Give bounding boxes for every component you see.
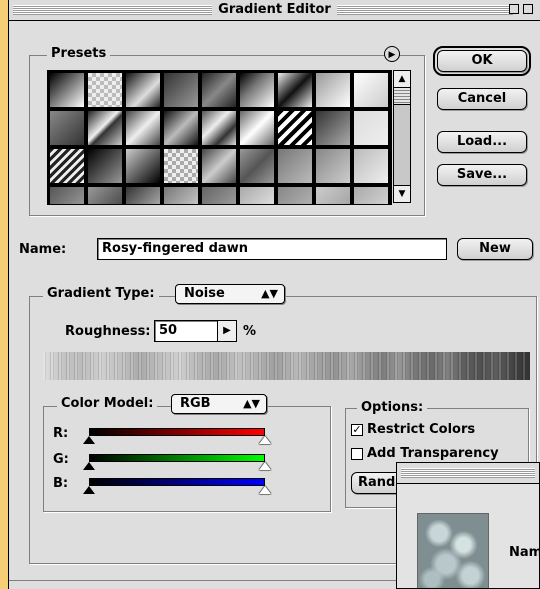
preset-swatch[interactable]: [87, 148, 123, 184]
texture-thumbnail: [417, 513, 489, 588]
slider-stop-right-icon[interactable]: [259, 462, 271, 470]
popup-arrows-icon: ▲▼: [243, 397, 260, 410]
preset-swatch[interactable]: [201, 186, 237, 204]
channel-r-label: R:: [53, 426, 69, 441]
preset-swatch[interactable]: [163, 110, 199, 146]
preset-swatch[interactable]: [277, 186, 313, 204]
presets-menu-icon[interactable]: ▶: [384, 46, 400, 62]
preset-swatch[interactable]: [163, 148, 199, 184]
preset-swatch[interactable]: [353, 148, 389, 184]
preset-swatch[interactable]: [353, 72, 389, 108]
gradient-type-label: Gradient Type:: [43, 286, 159, 301]
preset-swatch[interactable]: [201, 148, 237, 184]
color-model-value: RGB: [180, 396, 211, 411]
name-field[interactable]: Rosy-fingered dawn: [97, 238, 447, 260]
color-model-popup[interactable]: RGB ▲▼: [171, 394, 267, 414]
preset-swatch[interactable]: [277, 110, 313, 146]
preset-swatch[interactable]: [315, 186, 351, 204]
options-label: Options:: [357, 400, 428, 415]
zoom-box-icon[interactable]: [509, 4, 519, 14]
save-button[interactable]: Save...: [437, 164, 527, 186]
preset-swatch[interactable]: [239, 110, 275, 146]
restrict-colors-checkbox[interactable]: ✓: [351, 424, 363, 436]
preset-swatch[interactable]: [125, 186, 161, 204]
preset-swatch[interactable]: [277, 72, 313, 108]
preset-swatch[interactable]: [201, 110, 237, 146]
roughness-field[interactable]: 50: [154, 320, 222, 342]
preset-swatch[interactable]: [163, 72, 199, 108]
preset-swatch[interactable]: [125, 110, 161, 146]
scroll-down-arrow-icon[interactable]: ▼: [394, 185, 410, 202]
preset-swatch[interactable]: [87, 110, 123, 146]
ok-button[interactable]: OK: [433, 46, 531, 76]
channel-b-label: B:: [53, 476, 69, 491]
overlay-title-stripes: [401, 468, 535, 478]
channel-g-slider[interactable]: [83, 454, 271, 470]
presets-scrollbar[interactable]: ▲ ▼: [393, 70, 411, 203]
channel-r-slider[interactable]: [83, 428, 271, 444]
slider-stop-left-icon[interactable]: [83, 436, 95, 444]
roughness-slider-arrow-icon[interactable]: ▶: [217, 320, 237, 342]
preset-swatch[interactable]: [277, 148, 313, 184]
restrict-colors-label[interactable]: Restrict Colors: [367, 422, 475, 437]
preset-swatch[interactable]: [125, 148, 161, 184]
roughness-unit: %: [243, 324, 257, 339]
scroll-up-arrow-icon[interactable]: ▲: [394, 71, 410, 88]
overlapping-dialog-title-bar[interactable]: [397, 463, 539, 484]
gradient-type-popup[interactable]: Noise ▲▼: [175, 284, 285, 304]
name-label: Name:: [19, 242, 67, 257]
overlay-name-label: Name: [509, 545, 539, 560]
preset-swatch[interactable]: [125, 72, 161, 108]
channel-r-track: [89, 428, 265, 436]
cancel-button[interactable]: Cancel: [437, 88, 527, 110]
color-model-label: Color Model:: [57, 396, 158, 411]
preset-swatch[interactable]: [239, 186, 275, 204]
preset-swatch[interactable]: [49, 148, 85, 184]
popup-arrows-icon: ▲▼: [261, 287, 278, 300]
preset-swatch[interactable]: [49, 186, 85, 204]
new-button[interactable]: New: [457, 238, 533, 260]
preset-swatch[interactable]: [353, 186, 389, 204]
collapse-box-icon[interactable]: [523, 4, 533, 14]
gradient-type-value: Noise: [184, 286, 225, 301]
overlapping-dialog[interactable]: Name: [396, 462, 540, 589]
preset-swatch-grid[interactable]: [47, 70, 392, 205]
preset-swatch[interactable]: [239, 148, 275, 184]
preset-swatch[interactable]: [87, 186, 123, 204]
add-transparency-label[interactable]: Add Transparency: [367, 446, 499, 461]
slider-stop-left-icon[interactable]: [83, 486, 95, 494]
preset-swatch[interactable]: [49, 110, 85, 146]
preset-swatch[interactable]: [315, 72, 351, 108]
slider-stop-right-icon[interactable]: [259, 486, 271, 494]
channel-g-track: [89, 454, 265, 462]
channel-b-track: [89, 478, 265, 486]
preset-swatch[interactable]: [87, 72, 123, 108]
preset-swatch[interactable]: [163, 186, 199, 204]
channel-b-slider[interactable]: [83, 478, 271, 494]
preset-swatch[interactable]: [315, 110, 351, 146]
preset-swatch[interactable]: [201, 72, 237, 108]
preset-swatch[interactable]: [49, 72, 85, 108]
preset-swatch[interactable]: [315, 148, 351, 184]
window-title-text: Gradient Editor: [212, 2, 337, 17]
title-bar[interactable]: Gradient Editor: [9, 0, 540, 21]
channel-g-label: G:: [53, 452, 69, 467]
load-button[interactable]: Load...: [437, 131, 527, 153]
add-transparency-checkbox[interactable]: [351, 448, 363, 460]
scroll-thumb[interactable]: [394, 88, 410, 105]
preset-swatch[interactable]: [239, 72, 275, 108]
slider-stop-right-icon[interactable]: [259, 436, 271, 444]
slider-stop-left-icon[interactable]: [83, 462, 95, 470]
presets-label: Presets: [47, 46, 111, 61]
roughness-label: Roughness:: [65, 324, 151, 339]
gradient-preview-bar: [43, 352, 530, 380]
preset-swatch[interactable]: [353, 110, 389, 146]
window-title: Gradient Editor: [9, 2, 540, 17]
